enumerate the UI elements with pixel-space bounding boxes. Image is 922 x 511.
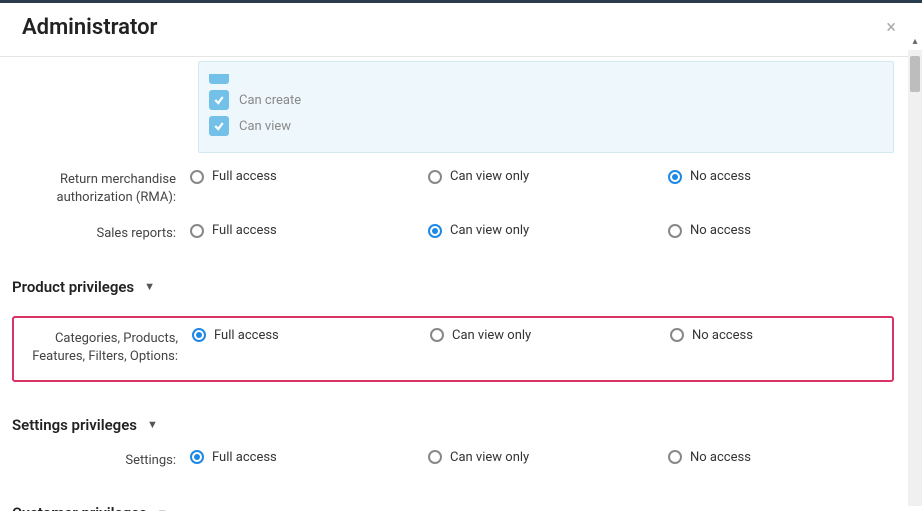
- caret-down-icon: ▼: [144, 280, 155, 293]
- row-categories: Categories, Products, Features, Filters,…: [14, 328, 884, 366]
- check-icon: [213, 120, 225, 132]
- radio-label: Can view only: [450, 450, 529, 465]
- radio-settings-full[interactable]: Full access: [190, 450, 428, 465]
- radio-sales-full[interactable]: Full access: [190, 223, 428, 238]
- scroll-up-icon[interactable]: ▴: [910, 36, 920, 48]
- row-label: Sales reports:: [12, 223, 190, 243]
- row-label: Categories, Products, Features, Filters,…: [14, 328, 192, 366]
- caret-down-icon: ▼: [157, 507, 168, 511]
- radio-label: No access: [690, 169, 751, 184]
- radio-label: No access: [692, 328, 753, 343]
- scrollbar-thumb[interactable]: [910, 56, 920, 92]
- radio-label: Can view only: [450, 169, 529, 184]
- section-settings-privileges[interactable]: Settings privileges ▼: [12, 416, 910, 434]
- row-rma: Return merchandise authorization (RMA): …: [12, 169, 910, 207]
- radio-categories-none[interactable]: No access: [670, 328, 884, 343]
- radio-label: No access: [690, 223, 751, 238]
- row-settings: Settings: Full access Can view only No a…: [12, 450, 910, 470]
- radio-label: No access: [690, 450, 751, 465]
- checkbox-can-create[interactable]: [209, 90, 229, 110]
- highlighted-row: Categories, Products, Features, Filters,…: [12, 316, 894, 382]
- checkbox-label: Can view: [239, 119, 291, 134]
- radio-rma-full[interactable]: Full access: [190, 169, 428, 184]
- radio-sales-none[interactable]: No access: [668, 223, 894, 238]
- checkbox-label: Can create: [239, 93, 301, 108]
- scrollbar-track[interactable]: ▴: [908, 50, 922, 506]
- section-customer-privileges[interactable]: Customer privileges ▼: [12, 504, 910, 511]
- permission-checkbox-panel: Can create Can view: [198, 61, 894, 153]
- radio-label: Full access: [214, 328, 279, 343]
- section-title: Customer privileges: [12, 504, 147, 511]
- check-icon: [213, 94, 225, 106]
- radio-sales-view[interactable]: Can view only: [428, 223, 668, 238]
- row-label: Settings:: [12, 450, 190, 470]
- radio-label: Full access: [212, 223, 277, 238]
- section-product-privileges[interactable]: Product privileges ▼: [12, 278, 910, 296]
- section-title: Settings privileges: [12, 416, 137, 434]
- close-icon[interactable]: ×: [882, 13, 900, 42]
- checkbox-partial-icon[interactable]: [209, 74, 229, 84]
- checkbox-can-view[interactable]: [209, 116, 229, 136]
- radio-label: Full access: [212, 450, 277, 465]
- radio-settings-view[interactable]: Can view only: [428, 450, 668, 465]
- radio-categories-view[interactable]: Can view only: [430, 328, 670, 343]
- caret-down-icon: ▼: [147, 418, 158, 431]
- radio-rma-none[interactable]: No access: [668, 169, 894, 184]
- radio-label: Can view only: [452, 328, 531, 343]
- row-label: Return merchandise authorization (RMA):: [12, 169, 190, 207]
- row-sales-reports: Sales reports: Full access Can view only…: [12, 223, 910, 243]
- page-title: Administrator: [22, 15, 157, 40]
- radio-rma-view[interactable]: Can view only: [428, 169, 668, 184]
- radio-label: Can view only: [450, 223, 529, 238]
- radio-label: Full access: [212, 169, 277, 184]
- radio-settings-none[interactable]: No access: [668, 450, 894, 465]
- content-area: Can create Can view Return merchandise a…: [0, 57, 922, 511]
- modal-header: Administrator ×: [0, 3, 922, 57]
- section-title: Product privileges: [12, 278, 134, 296]
- radio-categories-full[interactable]: Full access: [192, 328, 430, 343]
